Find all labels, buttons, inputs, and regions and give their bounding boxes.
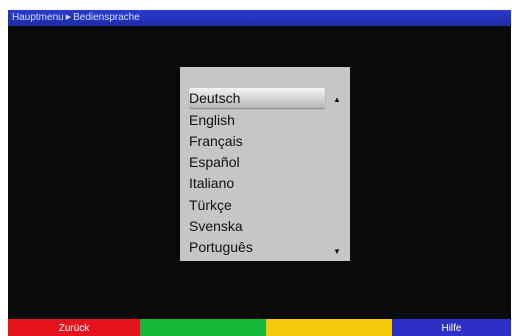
language-list: Deutsch English Français Español Italian… [180,67,350,261]
tv-screen: Hauptmenu ▶ Bediensprache Deutsch English … [8,10,511,336]
arrow-up-icon[interactable]: ▲ [333,95,341,104]
arrow-down-icon[interactable]: ▼ [333,247,341,256]
language-item-english[interactable]: English [189,110,325,130]
yellow-key[interactable] [266,319,392,336]
blue-key[interactable]: Hilfe [392,319,511,336]
green-key[interactable] [140,319,266,336]
title-bar: Hauptmenu ▶ Bediensprache [8,10,511,26]
language-item-espanol[interactable]: Español [189,152,325,172]
language-item-deutsch[interactable]: Deutsch [189,88,325,108]
triangle-right-icon: ▶ [65,14,72,21]
language-item-turkce[interactable]: Türkçe [189,195,325,215]
red-key[interactable]: Zurück [8,319,140,336]
language-item-italiano[interactable]: Italiano [189,173,325,193]
breadcrumb: Hauptmenu ▶ Bediensprache [12,10,140,26]
breadcrumb-bediensprache: Bediensprache [73,12,140,23]
language-item-francais[interactable]: Français [189,131,325,151]
language-item-svenska[interactable]: Svenska [189,216,325,236]
language-item-portugues[interactable]: Português [189,237,325,257]
breadcrumb-hauptmenu[interactable]: Hauptmenu [12,12,64,23]
function-key-bar: Zurück Hilfe [8,319,511,336]
